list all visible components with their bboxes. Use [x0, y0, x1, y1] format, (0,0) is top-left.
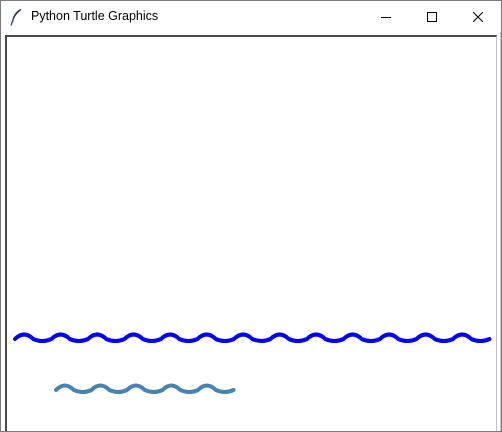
turtle-window: Python Turtle Graphics — [0, 0, 502, 432]
window-edge — [500, 32, 501, 431]
close-button[interactable] — [455, 1, 501, 32]
window-title: Python Turtle Graphics — [31, 9, 159, 23]
drawing-area — [13, 332, 492, 395]
feather-icon — [9, 8, 23, 26]
close-icon — [473, 11, 483, 22]
turtle-canvas[interactable] — [5, 35, 497, 431]
minimize-icon — [381, 16, 391, 18]
wave-line-blue — [13, 332, 492, 344]
maximize-button[interactable] — [409, 1, 455, 32]
maximize-icon — [427, 11, 437, 22]
wave-line-steelblue — [54, 383, 236, 395]
title-bar[interactable]: Python Turtle Graphics — [1, 1, 501, 32]
minimize-button[interactable] — [363, 1, 409, 32]
